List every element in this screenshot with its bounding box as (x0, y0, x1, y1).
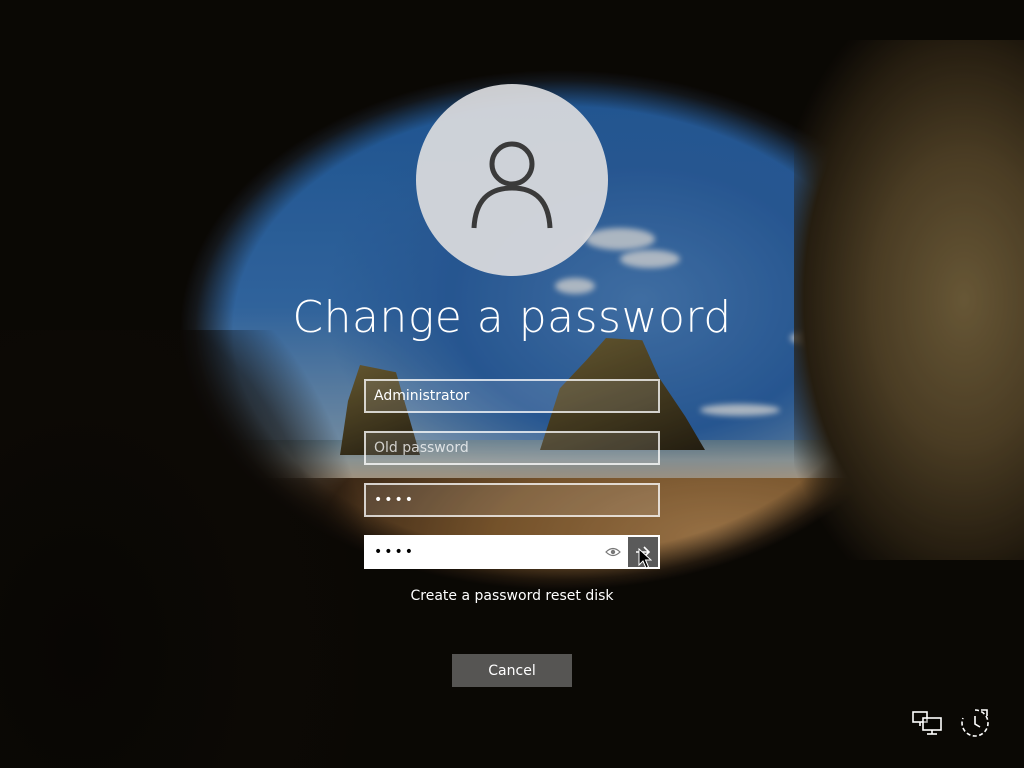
eye-icon (605, 547, 621, 557)
confirm-password-container (364, 535, 660, 569)
reveal-password-button[interactable] (598, 537, 628, 567)
reset-disk-link-row: Create a password reset disk (0, 588, 1024, 604)
cancel-button[interactable]: Cancel (452, 654, 572, 687)
ease-of-access-button[interactable] (958, 706, 992, 740)
new-password-field[interactable] (364, 483, 660, 517)
network-button[interactable] (910, 706, 944, 740)
network-icon (912, 711, 942, 735)
ease-of-access-icon (961, 709, 989, 737)
page-title: Change a password (292, 292, 732, 343)
old-password-field[interactable] (364, 431, 660, 465)
user-avatar (416, 84, 608, 276)
create-reset-disk-link[interactable]: Create a password reset disk (411, 588, 614, 604)
confirm-password-field[interactable] (366, 537, 598, 567)
lock-screen: Change a password Create a password rese… (0, 0, 1024, 768)
mouse-cursor-icon (638, 548, 652, 569)
user-icon (471, 141, 553, 229)
username-field[interactable] (364, 379, 660, 413)
